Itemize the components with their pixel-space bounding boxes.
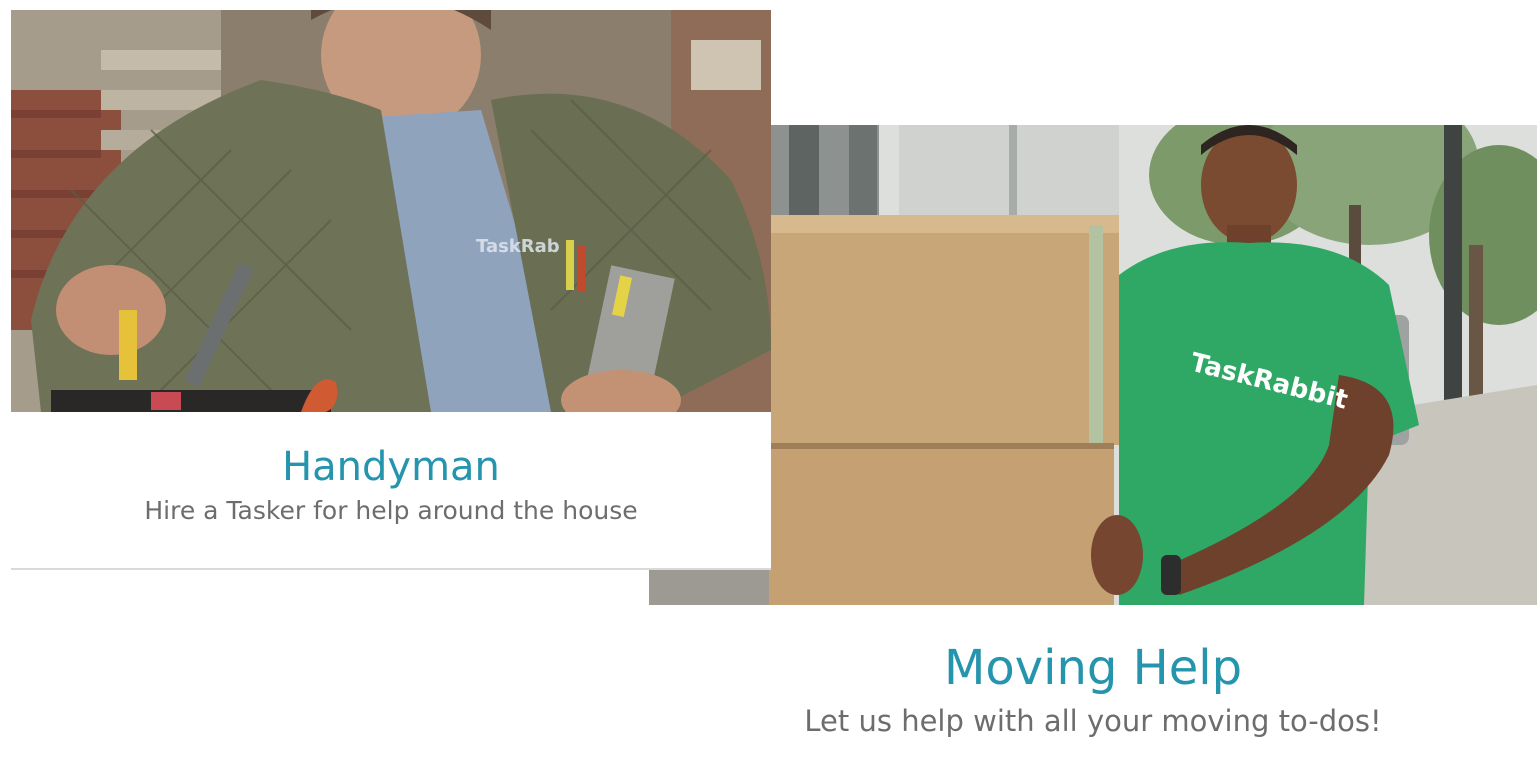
handyman-photo: TaskRab	[11, 10, 771, 412]
card-title[interactable]: Handyman	[11, 443, 771, 491]
taskrabbit-logo-text: TaskRab	[476, 236, 560, 257]
moving-help-photo: TaskRabbit	[649, 125, 1537, 605]
card-subtitle: Let us help with all your moving to-dos!	[804, 704, 1382, 738]
category-card-handyman[interactable]: TaskRab Handyman Hire a Tasker for help …	[11, 10, 771, 570]
handyman-caption: Handyman Hire a Tasker for help around t…	[11, 412, 771, 568]
category-card-moving-help[interactable]: TaskRabbit Moving Help Let us help with …	[649, 125, 1537, 783]
card-title[interactable]: Moving Help	[649, 640, 1537, 696]
moving-help-caption: Moving Help Let us help with all your mo…	[649, 605, 1537, 783]
card-subtitle: Hire a Tasker for help around the house	[144, 496, 638, 525]
